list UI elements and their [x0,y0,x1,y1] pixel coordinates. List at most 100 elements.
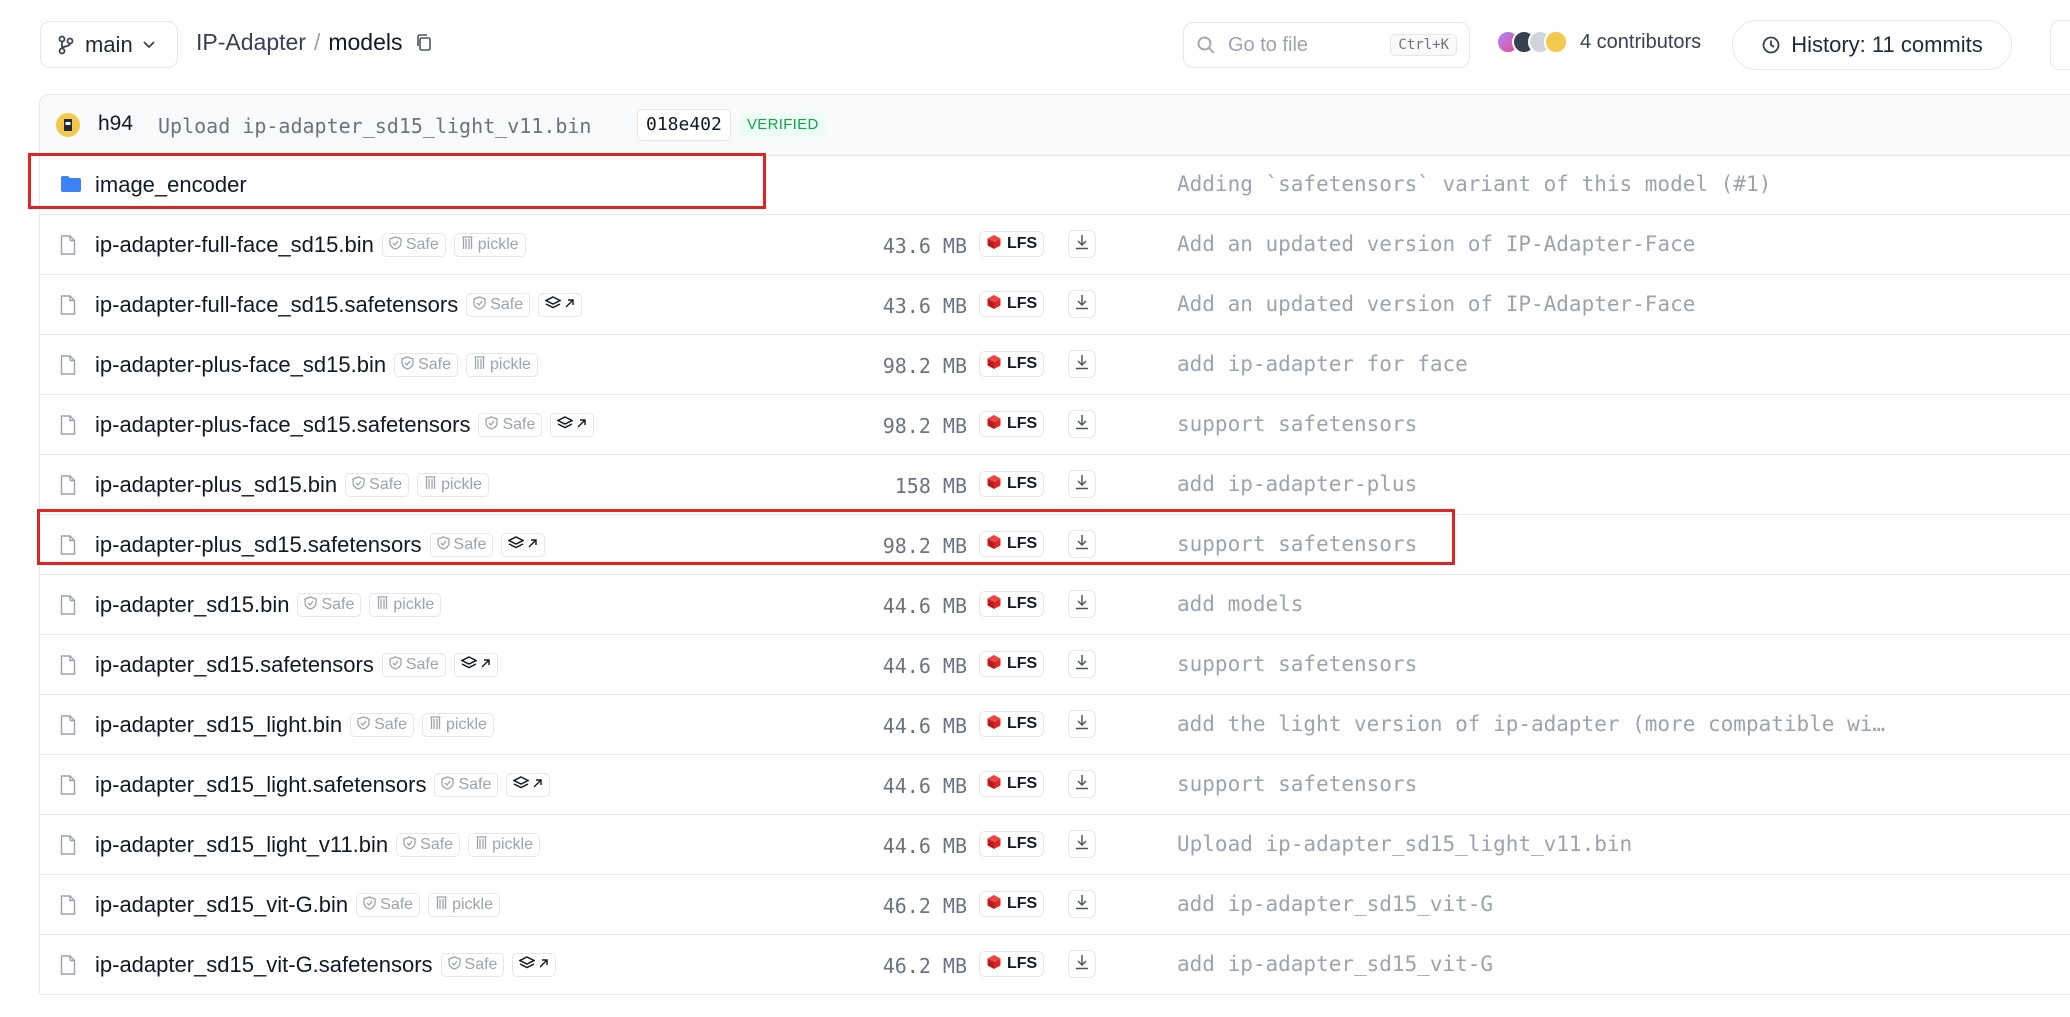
file-commit-message[interactable]: add ip-adapter-plus [1177,472,1417,496]
safe-badge[interactable]: Safe [356,893,421,917]
file-name[interactable]: ip-adapter_sd15.safetensors [95,652,374,678]
safe-badge[interactable]: Safe [381,233,446,257]
lfs-badge[interactable]: LFS [979,531,1045,557]
lfs-badge[interactable]: LFS [979,351,1045,377]
download-button[interactable] [1068,410,1096,438]
download-button[interactable] [1068,230,1096,258]
file-commit-message[interactable]: Add an updated version of IP-Adapter-Fac… [1177,232,1695,256]
pickle-badge[interactable]: pickle [417,473,489,497]
safe-badge[interactable]: Safe [440,953,505,977]
download-button[interactable] [1068,470,1096,498]
safetensors-viewer-badge[interactable] [538,293,583,317]
file-row[interactable]: ip-adapter_sd15_vit-G.bin Safe pickle 46.2 … [40,875,2070,935]
breadcrumb-repo-link[interactable]: IP-Adapter [196,29,306,56]
file-commit-message[interactable]: add ip-adapter for face [1177,352,1468,376]
download-button[interactable] [1068,590,1096,618]
download-button[interactable] [1068,290,1096,318]
lfs-badge[interactable]: LFS [979,231,1045,257]
file-commit-message[interactable]: add models [1177,592,1303,616]
commit-hash[interactable]: 018e402 [637,109,731,141]
file-commit-message[interactable]: Add an updated version of IP-Adapter-Fac… [1177,292,1695,316]
lfs-badge[interactable]: LFS [979,591,1045,617]
lfs-badge[interactable]: LFS [979,711,1045,737]
copy-path-icon[interactable] [415,33,433,53]
file-row[interactable]: ip-adapter-plus-face_sd15.safetensors Saf… [40,395,2070,455]
download-button[interactable] [1068,830,1096,858]
file-name[interactable]: ip-adapter-plus-face_sd15.safetensors [95,412,470,438]
download-button[interactable] [1068,710,1096,738]
file-commit-message[interactable]: support safetensors [1177,532,1417,556]
safe-badge[interactable]: Safe [396,833,461,857]
file-row[interactable]: ip-adapter_sd15_light_v11.bin Safe pickle 4… [40,815,2070,875]
file-row[interactable]: ip-adapter-plus_sd15.safetensors Safe 98.2… [40,515,2070,575]
download-button[interactable] [1068,890,1096,918]
download-button[interactable] [1068,770,1096,798]
lfs-badge[interactable]: LFS [979,951,1045,977]
avatar[interactable] [56,113,80,137]
safetensors-viewer-badge[interactable] [501,533,546,557]
file-commit-message[interactable]: add ip-adapter_sd15_vit-G [1177,892,1493,916]
commit-author[interactable]: h94 [98,112,133,136]
file-commit-message[interactable]: Upload ip-adapter_sd15_light_v11.bin [1177,832,1632,856]
file-row[interactable]: ip-adapter-full-face_sd15.safetensors Saf… [40,275,2070,335]
lfs-badge[interactable]: LFS [979,891,1045,917]
pickle-badge[interactable]: pickle [466,353,538,377]
download-button[interactable] [1068,350,1096,378]
safe-badge[interactable]: Safe [345,473,410,497]
lfs-badge[interactable]: LFS [979,411,1045,437]
safe-badge[interactable]: Safe [466,293,531,317]
safetensors-viewer-badge[interactable] [453,653,498,677]
file-row[interactable]: ip-adapter_sd15.bin Safe pickle 44.6 MB LFS a… [40,575,2070,635]
go-to-file-search[interactable]: Go to file Ctrl+K [1183,22,1470,68]
file-name[interactable]: ip-adapter_sd15_vit-G.bin [95,892,348,918]
pickle-badge[interactable]: pickle [422,713,494,737]
file-commit-message[interactable]: support safetensors [1177,772,1417,796]
file-commit-message[interactable]: support safetensors [1177,652,1417,676]
file-name[interactable]: ip-adapter-full-face_sd15.safetensors [95,292,458,318]
file-commit-message[interactable]: add the light version of ip-adapter (mor… [1177,712,1897,736]
pickle-badge[interactable]: pickle [369,593,442,617]
folder-name[interactable]: image_encoder [95,172,247,198]
pickle-badge[interactable]: pickle [428,893,500,917]
file-name[interactable]: ip-adapter_sd15_vit-G.safetensors [95,952,433,978]
safe-badge[interactable]: Safe [434,773,499,797]
file-row[interactable]: ip-adapter-plus_sd15.bin Safe pickle 158 MB… [40,455,2070,515]
file-name[interactable]: ip-adapter-plus_sd15.bin [95,472,337,498]
download-button[interactable] [1068,530,1096,558]
file-name[interactable]: ip-adapter_sd15_light.bin [95,712,342,738]
file-name[interactable]: ip-adapter_sd15_light_v11.bin [95,832,388,858]
lfs-badge[interactable]: LFS [979,471,1045,497]
pickle-badge[interactable]: pickle [468,833,540,857]
more-actions-button[interactable] [2050,20,2070,70]
file-name[interactable]: ip-adapter-full-face_sd15.bin [95,232,374,258]
commit-message[interactable]: Upload ip-adapter_sd15_light_v11.bin [158,114,591,138]
branch-selector[interactable]: main [40,21,178,68]
file-name[interactable]: ip-adapter_sd15.bin [95,592,289,618]
file-row[interactable]: ip-adapter_sd15_light.bin Safe pickle 44.6 … [40,695,2070,755]
safe-badge[interactable]: Safe [429,533,494,557]
file-row[interactable]: ip-adapter_sd15.safetensors Safe 44.6 MB LF… [40,635,2070,695]
safe-badge[interactable]: Safe [350,713,414,737]
lfs-badge[interactable]: LFS [979,831,1045,857]
file-row[interactable]: ip-adapter_sd15_light.safetensors Safe 44.… [40,755,2070,815]
file-row[interactable]: ip-adapter_sd15_vit-G.safetensors Safe 46.… [40,935,2070,995]
folder-row[interactable]: image_encoder Adding `safetensors` varia… [40,155,2070,215]
file-name[interactable]: ip-adapter-plus-face_sd15.bin [95,352,386,378]
file-row[interactable]: ip-adapter-full-face_sd15.bin Safe pickle 4… [40,215,2070,275]
file-row[interactable]: ip-adapter-plus-face_sd15.bin Safe pickle 9… [40,335,2070,395]
file-name[interactable]: ip-adapter_sd15_light.safetensors [95,772,426,798]
safe-badge[interactable]: Safe [297,593,362,617]
file-commit-message[interactable]: add ip-adapter_sd15_vit-G [1177,952,1493,976]
file-commit-message[interactable]: support safetensors [1177,412,1417,436]
lfs-badge[interactable]: LFS [979,771,1045,797]
file-name[interactable]: ip-adapter-plus_sd15.safetensors [95,532,422,558]
download-button[interactable] [1068,950,1096,978]
safetensors-viewer-badge[interactable] [506,773,551,797]
folder-commit-message[interactable]: Adding `safetensors` variant of this mod… [1177,172,1771,196]
contributors-link[interactable]: 4 contributors [1496,30,1701,54]
safe-badge[interactable]: Safe [381,653,446,677]
safetensors-viewer-badge[interactable] [512,953,557,977]
pickle-badge[interactable]: pickle [453,233,526,257]
download-button[interactable] [1068,650,1096,678]
history-button[interactable]: History: 11 commits [1732,20,2012,70]
